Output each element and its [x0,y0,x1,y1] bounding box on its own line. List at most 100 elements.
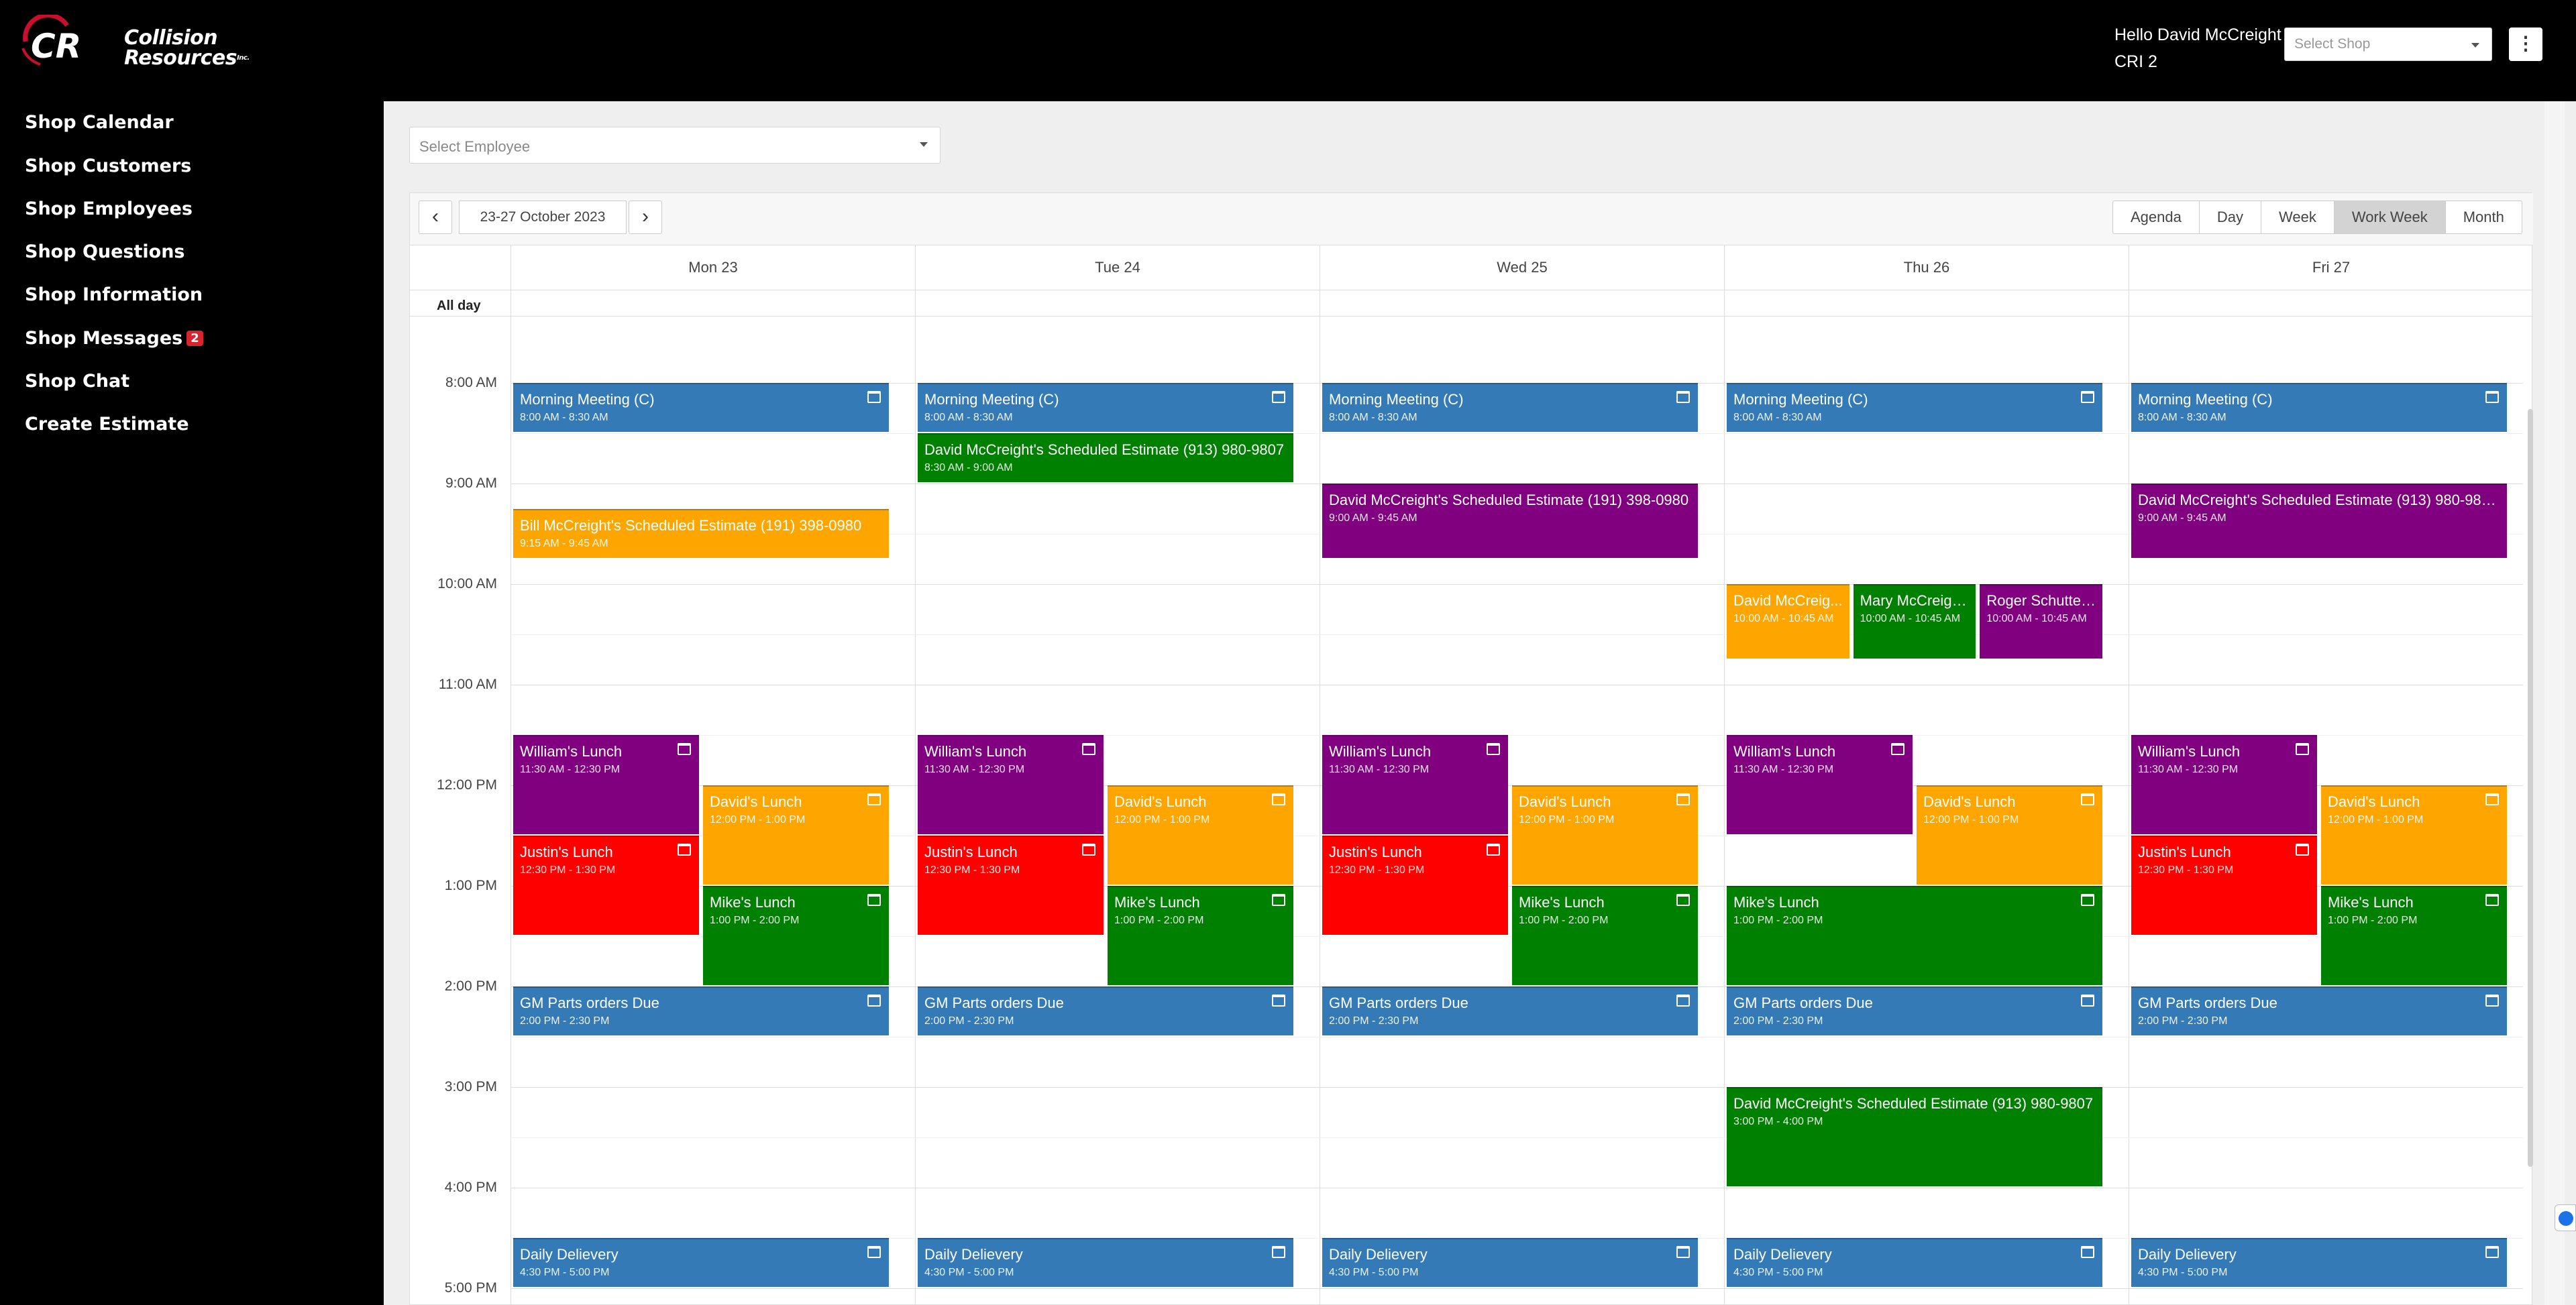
event-time: 2:00 PM - 2:30 PM [520,1015,882,1027]
calendar-event[interactable]: Justin's Lunch12:30 PM - 1:30 PM [918,836,1104,935]
calendar-event[interactable]: Daily Delievery 4:30 PM - 5:00 PM [918,1238,1293,1287]
calendar-event[interactable]: Mike's Lunch1:00 PM - 2:00 PM [2321,886,2507,985]
calendar-event[interactable]: GM Parts orders Due2:00 PM - 2:30 PM [513,986,889,1035]
event-title: Justin's Lunch [1329,844,1501,861]
remote-support-tab[interactable] [2555,1204,2576,1231]
date-range-picker[interactable]: 23-27 October 2023 [459,201,627,234]
calendar-event[interactable]: William's Lunch11:30 AM - 12:30 PM [2131,735,2317,834]
page-scrollbar[interactable] [2544,101,2565,1305]
collision-resources-logo[interactable]: CR Collision ResourcesInc. [13,15,241,68]
event-title: Bill McCreight's Scheduled Estimate (191… [520,517,882,534]
sidebar-item-create-estimate[interactable]: Create Estimate [25,414,189,435]
calendar-event[interactable]: William's Lunch11:30 AM - 12:30 PM [918,735,1104,834]
calendar-event[interactable]: David's Lunch12:00 PM - 1:00 PM [1512,785,1698,885]
view-agenda-button[interactable]: Agenda [2113,201,2200,233]
calendar-event[interactable]: Morning Meeting (C) 8:00 AM - 8:30 AM [1727,383,2102,432]
calendar-event[interactable]: GM Parts orders Due2:00 PM - 2:30 PM [918,986,1293,1035]
calendar-event[interactable]: David McCreight's Scheduled Estimate (91… [1727,1087,2102,1186]
cr-logo-mark: CR [13,15,121,68]
sidebar-item-shop-customers[interactable]: Shop Customers [25,156,191,176]
calendar-event[interactable]: Justin's Lunch12:30 PM - 1:30 PM [1322,836,1508,935]
sidebar [0,101,384,1305]
day-header[interactable]: Mon 23 [511,245,915,290]
day-header[interactable]: Tue 24 [915,245,1320,290]
svg-text:CR: CR [31,27,81,66]
calendar-event[interactable]: David's Lunch12:00 PM - 1:00 PM [1108,785,1293,885]
calendar-event[interactable]: Roger Schutte's...10:00 AM - 10:45 AM [1980,584,2102,659]
recurring-calendar-icon [678,743,691,755]
calendar-event[interactable]: William's Lunch11:30 AM - 12:30 PM [1727,735,1913,834]
calendar-event[interactable]: Justin's Lunch12:30 PM - 1:30 PM [2131,836,2317,935]
calendar-event[interactable]: Morning Meeting (C)8:00 AM - 8:30 AM [1322,383,1698,432]
sidebar-item-shop-messages[interactable]: Shop Messages2 [25,328,203,349]
calendar-event[interactable]: Justin's Lunch12:30 PM - 1:30 PM [513,836,699,935]
sidebar-item-shop-information[interactable]: Shop Information [25,284,203,305]
shop-select[interactable]: Select Shop [2284,27,2492,61]
next-week-button[interactable]: › [629,201,662,234]
calendar-event[interactable]: Morning Meeting (C)8:00 AM - 8:30 AM [513,383,889,432]
day-header[interactable]: Thu 26 [1724,245,2129,290]
calendar-event[interactable]: William's Lunch11:30 AM - 12:30 PM [513,735,699,834]
event-title: Daily Delievery [924,1246,1287,1263]
prev-week-button[interactable]: ‹ [419,201,452,234]
recurring-calendar-icon [867,793,881,805]
calendar-event[interactable]: GM Parts orders Due2:00 PM - 2:30 PM [1322,986,1698,1035]
event-title: Morning Meeting (C) [1733,391,2096,408]
calendar-event[interactable]: GM Parts orders Due2:00 PM - 2:30 PM [1727,986,2102,1035]
event-time: 4:30 PM - 5:00 PM [924,1267,1287,1279]
calendar-event[interactable]: David's Lunch12:00 PM - 1:00 PM [2321,785,2507,885]
recurring-calendar-icon [2296,743,2309,755]
calendar-event[interactable]: Daily Delievery4:30 PM - 5:00 PM [1322,1238,1698,1287]
event-title: Justin's Lunch [2138,844,2310,861]
time-label: 2:00 PM [423,978,497,995]
calendar-event[interactable]: David's Lunch 12:00 PM - 1:00 PM [703,785,889,885]
employee-select[interactable]: Select Employee [409,127,941,164]
event-title: David's Lunch [710,793,882,811]
view-month-button[interactable]: Month [2446,201,2522,233]
sidebar-item-shop-calendar[interactable]: Shop Calendar [25,112,174,133]
event-time: 9:00 AM - 9:45 AM [2138,512,2500,524]
event-time: 4:30 PM - 5:00 PM [1329,1267,1691,1279]
calendar-event[interactable]: William's Lunch11:30 AM - 12:30 PM [1322,735,1508,834]
event-time: 12:00 PM - 1:00 PM [710,814,882,826]
calendar-event[interactable]: David McCreig...10:00 AM - 10:45 AM [1727,584,1849,659]
calendar-event[interactable]: Daily Delievery4:30 PM - 5:00 PM [513,1238,889,1287]
calendar-event[interactable]: Mike's Lunch1:00 PM - 2:00 PM [1727,886,2102,985]
event-title: Morning Meeting (C) [924,391,1287,408]
calendar-scrollbar-thumb[interactable] [2528,409,2533,1167]
event-title: David's Lunch [2328,793,2500,811]
calendar-event[interactable]: Mike's Lunch1:00 PM - 2:00 PM [1108,886,1293,985]
sidebar-item-shop-employees[interactable]: Shop Employees [25,198,193,219]
calendar-event[interactable]: Daily Delievery4:30 PM - 5:00 PM [1727,1238,2102,1287]
calendar-event[interactable]: Morning Meeting (C)8:00 AM - 8:30 AM [2131,383,2507,432]
calendar-event[interactable]: David McCreight's Scheduled Estimate (91… [918,433,1293,482]
all-day-row[interactable] [410,290,2533,317]
sidebar-item-shop-questions[interactable]: Shop Questions [25,241,185,262]
event-time: 8:00 AM - 8:30 AM [1733,412,2096,424]
day-header[interactable]: Fri 27 [2129,245,2533,290]
event-title: Morning Meeting (C) [520,391,882,408]
event-title: Morning Meeting (C) [2138,391,2500,408]
calendar-grid: All day Mon 23Tue 24Wed 25Thu 26Fri 278:… [410,245,2533,1305]
calendar-event[interactable]: Daily Delievery4:30 PM - 5:00 PM [2131,1238,2507,1287]
recurring-calendar-icon [1676,995,1690,1007]
calendar-event[interactable]: Bill McCreight's Scheduled Estimate (191… [513,509,889,558]
event-time: 9:15 AM - 9:45 AM [520,538,882,550]
calendar-event[interactable]: Morning Meeting (C)8:00 AM - 8:30 AM [918,383,1293,432]
calendar-event[interactable]: GM Parts orders Due2:00 PM - 2:30 PM [2131,986,2507,1035]
calendar-event[interactable]: David McCreight's Scheduled Estimate (91… [2131,484,2507,558]
event-title: David McCreight's Scheduled Estimate (19… [1329,492,1691,509]
view-week-button[interactable]: Week [2261,201,2334,233]
view-work-week-button[interactable]: Work Week [2334,201,2446,233]
calendar-event[interactable]: Mary McCreigh...10:00 AM - 10:45 AM [1854,584,1976,659]
calendar-event[interactable]: Mike's Lunch1:00 PM - 2:00 PM [703,886,889,985]
calendar-event[interactable]: Mike's Lunch1:00 PM - 2:00 PM [1512,886,1698,985]
view-day-button[interactable]: Day [2200,201,2261,233]
more-options-icon[interactable]: ⋮ [2509,27,2542,61]
sidebar-item-shop-chat[interactable]: Shop Chat [25,371,129,392]
time-label: 9:00 AM [423,475,497,492]
event-time: 12:30 PM - 1:30 PM [924,864,1097,876]
day-header[interactable]: Wed 25 [1320,245,1724,290]
calendar-event[interactable]: David's Lunch12:00 PM - 1:00 PM [1917,785,2102,885]
calendar-event[interactable]: David McCreight's Scheduled Estimate (19… [1322,484,1698,558]
